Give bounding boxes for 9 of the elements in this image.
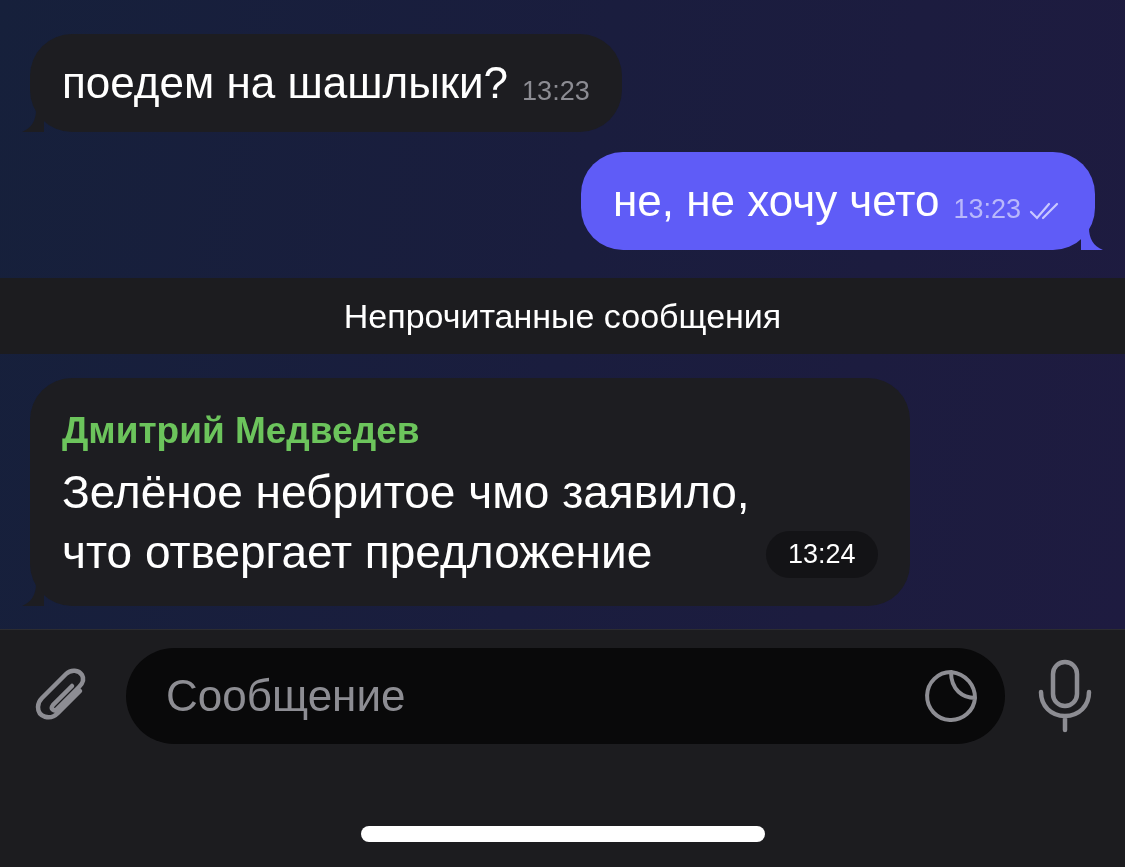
message-text: поедем на шашлыки? <box>62 57 509 109</box>
message-input-field[interactable]: Сообщение <box>126 648 1005 744</box>
message-time: 13:24 <box>766 531 878 578</box>
sender-name: Дмитрий Медведев <box>62 410 421 452</box>
message-text: не, не хочу чето <box>613 175 940 227</box>
message-text: Зелёное небритое чмо заявило, что отвергает предложение <box>62 465 751 580</box>
message-time: 13:23 <box>953 194 1021 226</box>
message-time: 13:23 <box>522 76 590 108</box>
sticker-icon[interactable] <box>923 668 979 724</box>
